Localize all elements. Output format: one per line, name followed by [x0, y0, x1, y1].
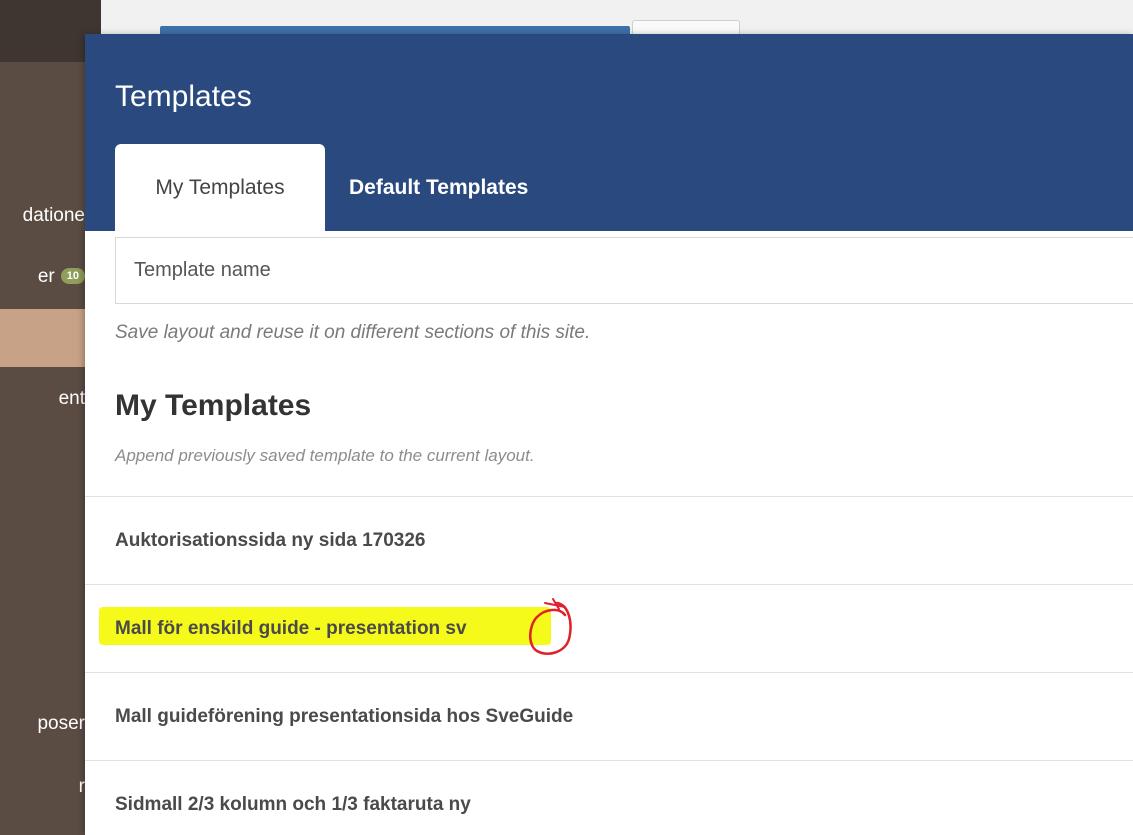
sidebar-item-4[interactable]: poser [37, 713, 85, 735]
template-list: Auktorisationssida ny sida 170326 Mall f… [85, 496, 1133, 835]
sidebar-item-label: ent [58, 388, 85, 409]
template-name-input[interactable] [115, 237, 1133, 304]
template-name: Sidmall 2/3 kolumn och 1/3 faktaruta ny [115, 793, 471, 815]
red-circle-annotation [529, 598, 572, 655]
sidebar-item-label: er [37, 266, 55, 287]
template-name: Mall guideförening presentationsida hos … [115, 705, 574, 727]
template-row[interactable]: Mall guideförening presentationsida hos … [85, 672, 1133, 760]
section-title: My Templates [115, 389, 312, 422]
sidebar-item-3[interactable]: ent [59, 388, 85, 410]
template-row[interactable]: Auktorisationssida ny sida 170326 [85, 496, 1133, 584]
tab-my-templates[interactable]: My Templates [115, 144, 325, 232]
template-row-highlighted[interactable]: Mall för enskild guide - presentation sv [85, 584, 1133, 672]
count-badge: 10 [60, 268, 85, 284]
section-subtitle: Append previously saved template to the … [115, 446, 535, 465]
sidebar-item-label: datione [22, 205, 85, 226]
sidebar-item-label: poser [37, 713, 85, 734]
save-hint: Save layout and reuse it on different se… [115, 322, 591, 343]
template-name: Auktorisationssida ny sida 170326 [115, 529, 426, 551]
sidebar-item-1[interactable]: datione [23, 205, 85, 227]
sidebar-item-2[interactable]: er 10 [38, 266, 85, 288]
template-row[interactable]: Sidmall 2/3 kolumn och 1/3 faktaruta ny [85, 760, 1133, 835]
modal-header: Templates My Templates Default Templates [85, 34, 1133, 232]
modal-title: Templates [115, 80, 252, 113]
template-name: Mall för enskild guide - presentation sv [115, 617, 467, 639]
tab-default-templates[interactable]: Default Templates [327, 144, 550, 232]
templates-modal: Templates My Templates Default Templates… [85, 34, 1133, 835]
